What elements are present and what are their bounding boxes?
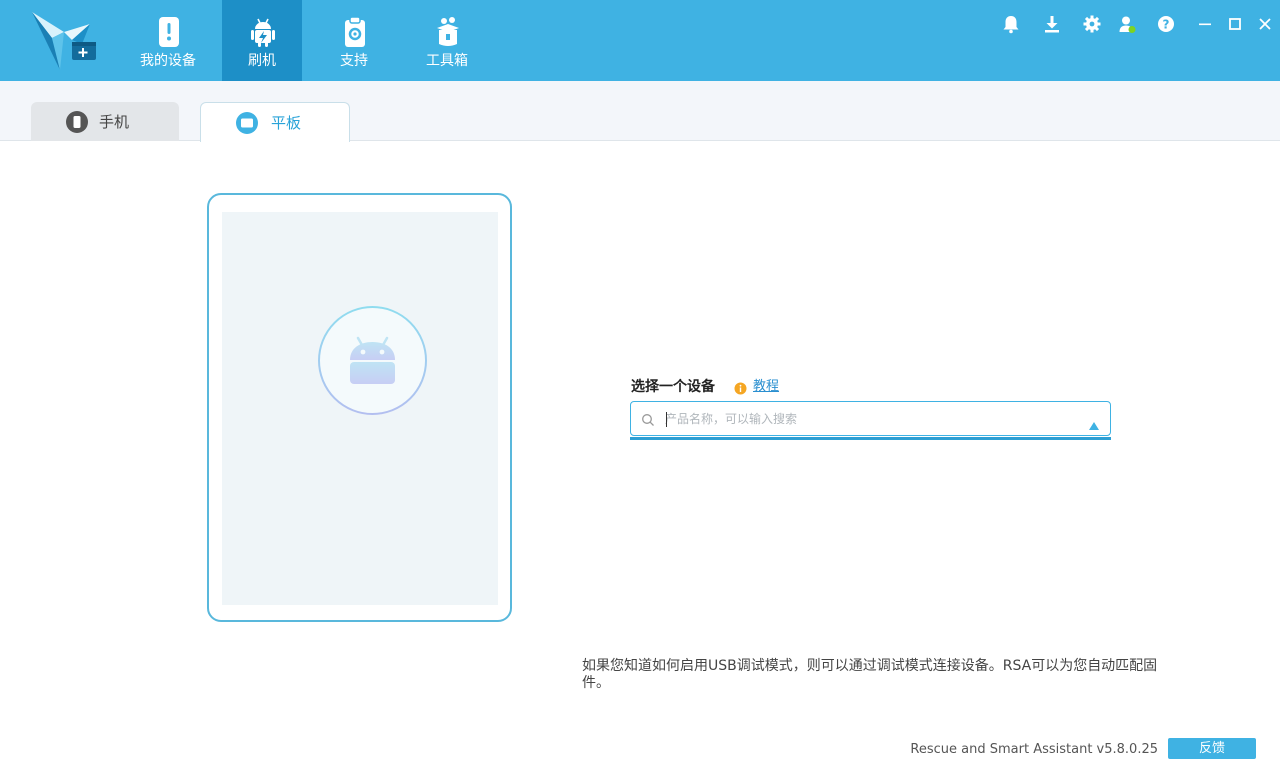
app-logo [30, 10, 100, 72]
tab-label: 平板 [271, 114, 302, 132]
help-icon[interactable]: ? [1154, 12, 1178, 36]
tablet-screen [222, 212, 498, 605]
tutorial-link[interactable]: 教程 [753, 378, 779, 396]
nav-my-devices[interactable]: 我的设备 [128, 0, 208, 81]
svg-text:?: ? [1163, 18, 1170, 32]
tab-phone[interactable]: 手机 [31, 102, 179, 141]
chevron-up-icon[interactable] [1089, 415, 1099, 430]
tab-tablet[interactable]: 平板 [200, 102, 350, 142]
minimize-icon[interactable] [1193, 12, 1217, 36]
nav-label: 我的设备 [140, 53, 196, 69]
device-search-combobox[interactable] [630, 401, 1111, 436]
phone-icon [65, 110, 89, 134]
text-caret [666, 412, 667, 427]
bell-icon[interactable] [999, 12, 1023, 36]
device-search-input[interactable] [665, 409, 1075, 429]
device-type-tabbar: 手机 平板 [0, 81, 1280, 142]
gear-icon[interactable] [1080, 12, 1104, 36]
nav-label: 工具箱 [426, 53, 468, 69]
app-version: Rescue and Smart Assistant v5.8.0.25 [910, 742, 1158, 757]
maximize-icon[interactable] [1223, 12, 1247, 36]
app-header: 我的设备 刷机 支持 工具箱 ? [0, 0, 1280, 81]
usb-debug-hint: 如果您知道如何启用USB调试模式，则可以通过调试模式连接设备。RSA可以为您自动… [582, 658, 1158, 691]
feedback-button[interactable]: 反馈 [1168, 738, 1256, 759]
search-focus-underline [630, 437, 1111, 440]
device-select-label: 选择一个设备 [631, 379, 715, 395]
nav-label: 刷机 [248, 53, 276, 69]
support-clipboard-icon [342, 16, 368, 48]
tablet-icon [235, 111, 259, 135]
nav-toolbox[interactable]: 工具箱 [407, 0, 487, 81]
tablet-illustration [207, 193, 512, 622]
user-icon[interactable] [1115, 12, 1139, 36]
nav-support[interactable]: 支持 [314, 0, 394, 81]
info-icon [734, 380, 747, 395]
close-icon[interactable] [1253, 12, 1277, 36]
nav-label: 支持 [340, 53, 368, 69]
search-icon [641, 412, 655, 426]
nav-flash[interactable]: 刷机 [222, 0, 302, 81]
android-icon [318, 305, 427, 416]
android-flash-icon [250, 16, 276, 48]
toolbox-icon [435, 16, 461, 48]
phone-alert-icon [156, 16, 182, 48]
download-icon[interactable] [1040, 12, 1064, 36]
tab-label: 手机 [99, 113, 130, 131]
